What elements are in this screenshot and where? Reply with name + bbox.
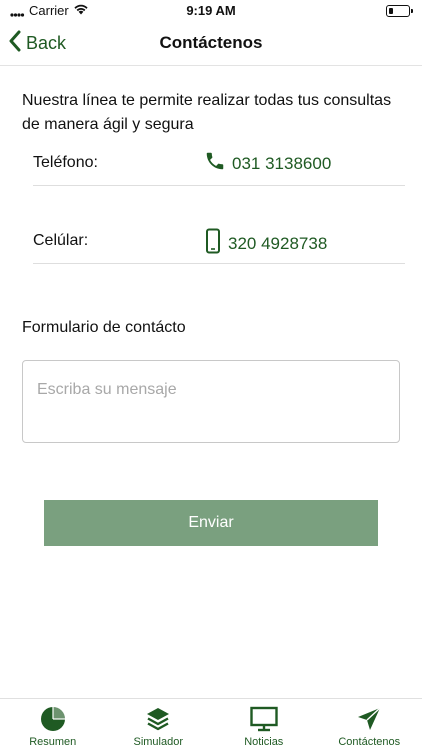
tab-noticias[interactable]: Noticias — [211, 699, 317, 750]
monitor-icon — [250, 705, 278, 733]
intro-text: Nuestra línea te permite realizar todas … — [22, 92, 392, 133]
battery-icon — [386, 5, 413, 17]
message-input[interactable] — [22, 360, 400, 443]
tab-resumen[interactable]: Resumen — [0, 699, 106, 750]
tab-simulador[interactable]: Simulador — [106, 699, 212, 750]
phone-icon — [204, 150, 226, 177]
status-time: 9:19 AM — [186, 3, 236, 18]
tab-contactenos[interactable]: Contáctenos — [317, 699, 422, 750]
send-button[interactable]: Enviar — [44, 500, 378, 546]
mobile-phone-icon — [204, 228, 222, 259]
status-bar: Carrier 9:19 AM — [0, 0, 422, 22]
contact-row-phone: Teléfono: 031 3138600 — [33, 146, 405, 186]
layers-icon — [144, 705, 172, 733]
contact-row-cellular: Celúlar: 320 4928738 — [33, 224, 405, 264]
cellular-number: 320 4928738 — [228, 233, 328, 253]
phone-label: Teléfono: — [33, 154, 98, 171]
tab-label-contactenos: Contáctenos — [338, 736, 401, 748]
tab-label-resumen: Resumen — [29, 736, 77, 748]
cellular-link[interactable]: 320 4928738 — [204, 228, 327, 259]
tab-label-simulador: Simulador — [133, 736, 184, 748]
phone-link[interactable]: 031 3138600 — [204, 150, 331, 177]
phone-number: 031 3138600 — [232, 153, 332, 173]
pie-chart-icon — [39, 705, 67, 733]
form-label: Formulario de contácto — [22, 319, 186, 336]
cellular-label: Celúlar: — [33, 232, 89, 249]
page-title: Contáctenos — [159, 33, 263, 52]
battery-level — [389, 8, 393, 14]
tab-label-noticias: Noticias — [244, 736, 284, 748]
navigation-bar: Back Contáctenos — [0, 22, 422, 66]
send-icon — [355, 705, 383, 733]
tab-bar: Resumen Simulador Noticias Contáctenos — [0, 698, 422, 750]
